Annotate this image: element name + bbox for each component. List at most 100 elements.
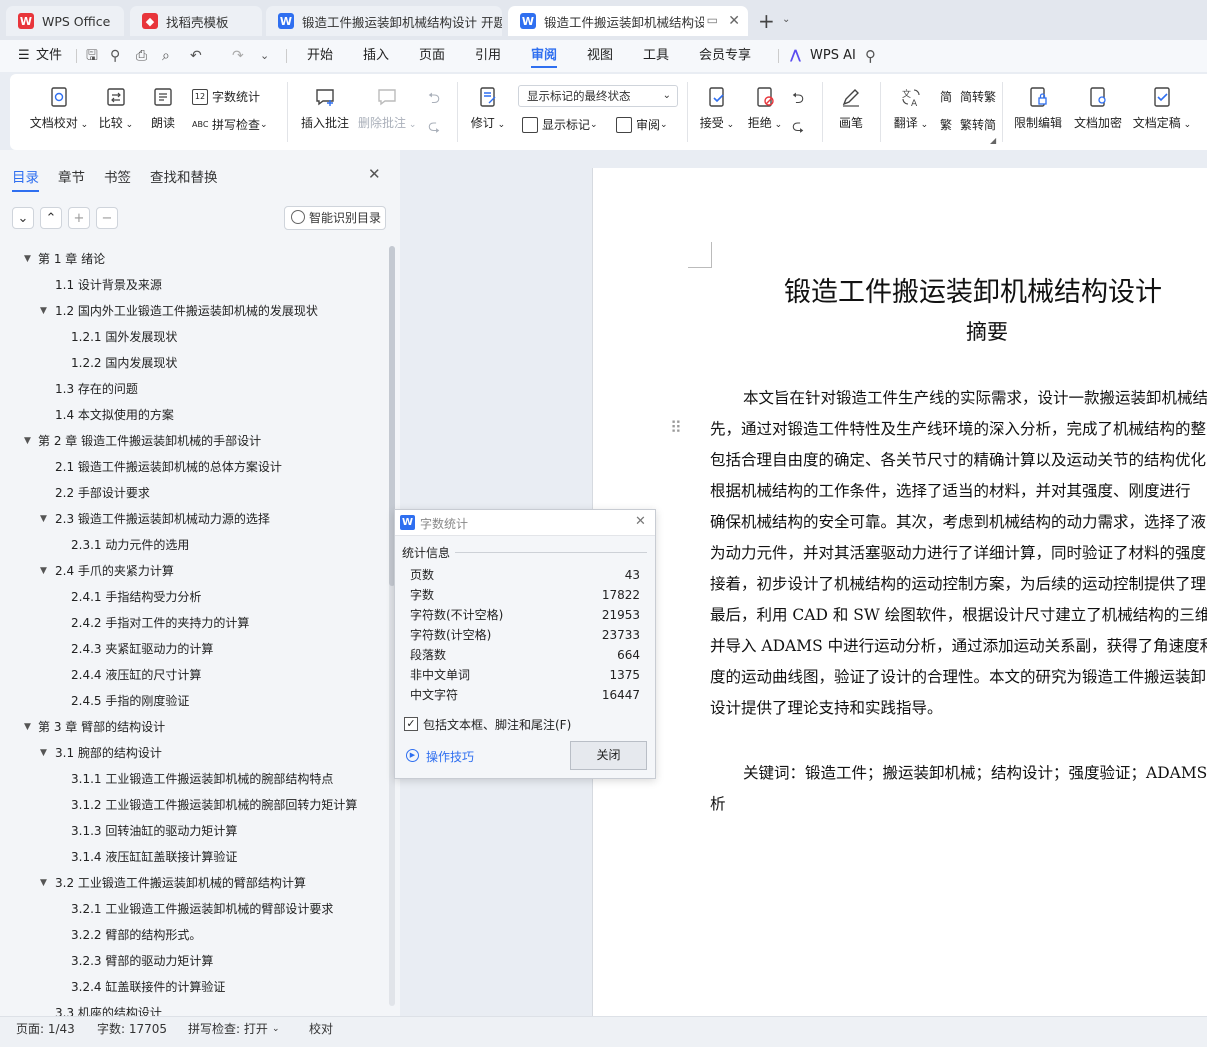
expand-toggle-icon[interactable]: ▼ <box>24 431 31 451</box>
next-change-icon[interactable]: ⮎ <box>792 116 804 141</box>
menu-tools[interactable]: 工具 <box>643 40 669 72</box>
expand-toggle-icon[interactable]: ▼ <box>40 301 47 321</box>
expand-toggle-icon[interactable]: ▼ <box>40 561 47 581</box>
tab-wps-office[interactable]: W WPS Office <box>6 6 124 36</box>
toc-item[interactable]: 2.4.2 手指对工件的夹持力的计算 <box>71 613 249 633</box>
translate-button[interactable]: 文A 翻译 ⌄ <box>892 86 930 131</box>
toc-item[interactable]: 1.4 本文拟使用的方案 <box>55 405 174 425</box>
collapse-up-button[interactable]: ⌃ <box>40 207 62 229</box>
menu-membership[interactable]: 会员专享 <box>699 40 751 72</box>
tab-doc-active[interactable]: W 锻造工件搬运装卸机械结构设 ▭ ✕ <box>508 6 748 36</box>
spell-check-status[interactable]: 拼写检查: 打开 <box>188 1017 268 1041</box>
toc-item[interactable]: 2.4.1 手指结构受力分析 <box>71 587 201 607</box>
toc-item[interactable]: 3.1.3 回转油缸的驱动力矩计算 <box>71 821 237 841</box>
accept-button[interactable]: 接受 ⌄ <box>698 86 736 131</box>
toc-item[interactable]: 2.4.5 手指的刚度验证 <box>71 691 189 711</box>
drag-handle-icon[interactable]: ⠿ <box>670 418 682 437</box>
print-icon[interactable]: ⎙ <box>136 40 147 72</box>
menu-page[interactable]: 页面 <box>419 40 445 72</box>
add-heading-button[interactable]: + <box>68 207 90 229</box>
markup-state-select[interactable]: 显示标记的最终状态 ⌄ <box>518 85 678 107</box>
review-pane-button[interactable]: 审阅 ⌄ <box>616 116 668 133</box>
expand-corner-icon[interactable]: ◢ <box>990 136 996 145</box>
expand-toggle-icon[interactable]: ▼ <box>40 743 47 763</box>
toc-item[interactable]: 3.2.4 缸盖联接件的计算验证 <box>71 977 225 997</box>
pen-button[interactable]: 画笔 <box>836 86 866 131</box>
chevron-down-icon[interactable]: ⌄ <box>782 14 790 25</box>
toc-item[interactable]: 2.4 手爪的夹紧力计算 <box>55 561 174 581</box>
expand-toggle-icon[interactable]: ▼ <box>24 249 31 269</box>
toc-item[interactable]: 3.1.4 液压缸缸盖联接计算验证 <box>71 847 237 867</box>
toc-item[interactable]: 1.1 设计背景及来源 <box>55 275 162 295</box>
delete-comment-button[interactable]: 删除批注 ⌄ <box>358 86 416 131</box>
tab-sections[interactable]: 章节 <box>58 166 85 186</box>
link-icon[interactable]: ⚲ <box>110 40 120 72</box>
chevron-down-icon[interactable]: ⌄ <box>272 1017 280 1041</box>
expand-toggle-icon[interactable]: ▼ <box>40 873 47 893</box>
insert-comment-button[interactable]: 插入批注 <box>298 86 352 131</box>
toc-item[interactable]: 3.2.3 臂部的驱动力矩计算 <box>71 951 213 971</box>
tips-link[interactable]: 操作技巧 <box>426 748 474 765</box>
menu-home[interactable]: 开始 <box>307 40 333 72</box>
menu-view[interactable]: 视图 <box>587 40 613 72</box>
next-comment-icon[interactable]: ⮎ <box>428 116 440 141</box>
finalize-button[interactable]: 文档定稿 ⌄ <box>1132 86 1192 131</box>
tab-doc-proposal[interactable]: W 锻造工件搬运装卸机械结构设计 开题 <box>266 6 502 36</box>
word-count-indicator[interactable]: 字数: 17705 <box>97 1017 167 1041</box>
doc-check-button[interactable]: 文档校对 ⌄ <box>28 86 90 131</box>
new-tab-icon[interactable]: + <box>758 9 775 33</box>
toc-item[interactable]: 第 1 章 绪论 <box>38 249 105 269</box>
close-button[interactable]: 关闭 <box>570 741 647 770</box>
toc-item[interactable]: 2.2 手部设计要求 <box>55 483 150 503</box>
toc-item[interactable]: 2.3 锻造工件搬运装卸机械动力源的选择 <box>55 509 270 529</box>
undo-icon[interactable]: ↶ <box>190 40 202 72</box>
toc-item[interactable]: 3.2.2 臂部的结构形式。 <box>71 925 201 945</box>
prev-comment-icon[interactable]: ⮌ <box>428 88 440 113</box>
toc-item[interactable]: 3.2 工业锻造工件搬运装卸机械的臂部结构计算 <box>55 873 306 893</box>
page-indicator[interactable]: 页面: 1/43 <box>16 1017 75 1041</box>
toc-item[interactable]: 3.1 腕部的结构设计 <box>55 743 162 763</box>
to-simplified-button[interactable]: 繁 繁转简 <box>940 116 996 133</box>
expand-toggle-icon[interactable]: ▼ <box>40 509 47 529</box>
show-markup-button[interactable]: 显示标记 ⌄ <box>522 116 598 133</box>
search-icon[interactable]: ⚲ <box>865 40 876 72</box>
read-aloud-button[interactable]: 朗读 <box>146 86 180 131</box>
toc-item[interactable]: 3.1.2 工业锻造工件搬运装卸机械的腕部回转力矩计算 <box>71 795 357 815</box>
save-icon[interactable]: 🖫 <box>86 40 98 72</box>
redo-icon[interactable]: ↷ <box>232 40 244 72</box>
toc-item[interactable]: 2.4.3 夹紧缸驱动力的计算 <box>71 639 213 659</box>
menu-wps-ai[interactable]: WPS AI <box>810 40 856 72</box>
smart-toc-button[interactable]: 智能识别目录 <box>284 206 386 230</box>
expand-toggle-icon[interactable]: ▼ <box>24 717 31 737</box>
menu-review[interactable]: 审阅 <box>531 40 558 72</box>
dialog-titlebar[interactable]: W 字数统计 ✕ <box>395 510 655 536</box>
print-preview-icon[interactable]: ⌕ <box>162 40 170 72</box>
menu-file[interactable]: 文件 <box>36 40 62 72</box>
toc-item[interactable]: 1.3 存在的问题 <box>55 379 138 399</box>
close-icon[interactable]: ✕ <box>368 165 381 183</box>
toc-item[interactable]: 第 2 章 锻造工件搬运装卸机械的手部设计 <box>38 431 261 451</box>
close-icon[interactable]: ✕ <box>635 514 646 529</box>
menu-hamburger-icon[interactable]: ☰ <box>18 40 30 72</box>
toc-item[interactable]: 3.2.1 工业锻造工件搬运装卸机械的臂部设计要求 <box>71 899 333 919</box>
reject-button[interactable]: 拒绝 ⌄ <box>746 86 784 131</box>
track-changes-button[interactable]: 修订 ⌄ <box>468 86 508 131</box>
tab-find-replace[interactable]: 查找和替换 <box>150 166 218 186</box>
remove-heading-button[interactable]: − <box>96 207 118 229</box>
menu-insert[interactable]: 插入 <box>363 40 389 72</box>
toc-item[interactable]: 1.2 国内外工业锻造工件搬运装卸机械的发展现状 <box>55 301 318 321</box>
toc-item[interactable]: 2.1 锻造工件搬运装卸机械的总体方案设计 <box>55 457 282 477</box>
prev-change-icon[interactable]: ⮌ <box>792 88 804 113</box>
to-traditional-button[interactable]: 简 简转繁 <box>940 88 996 105</box>
word-count-button[interactable]: 12 字数统计 <box>192 88 260 105</box>
include-textbox-checkbox[interactable]: ✓ <box>404 717 418 731</box>
proof-status[interactable]: 校对 <box>309 1017 333 1041</box>
restrict-edit-button[interactable]: 限制编辑 <box>1012 86 1064 131</box>
close-icon[interactable]: ✕ <box>728 13 740 29</box>
encrypt-button[interactable]: 文档加密 <box>1072 86 1124 131</box>
compare-button[interactable]: 比较 ⌄ <box>96 86 136 131</box>
toc-item[interactable]: 2.3.1 动力元件的选用 <box>71 535 189 555</box>
spell-check-button[interactable]: ABC 拼写检查 ⌄ <box>192 116 268 133</box>
toc-item[interactable]: 1.2.2 国内发展现状 <box>71 353 177 373</box>
toc-item[interactable]: 3.1.1 工业锻造工件搬运装卸机械的腕部结构特点 <box>71 769 333 789</box>
